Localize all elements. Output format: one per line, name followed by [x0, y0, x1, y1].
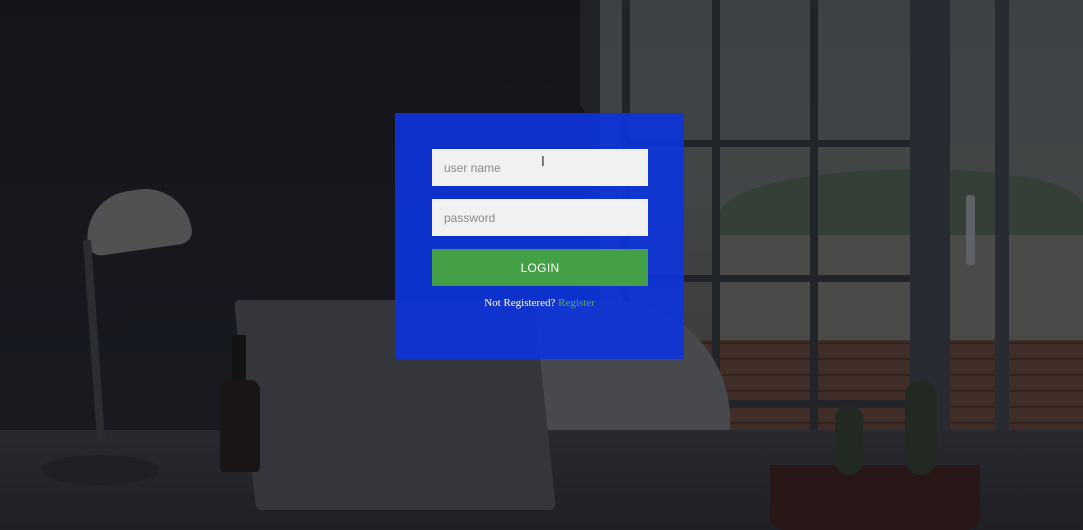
- register-prompt: Not Registered? Register: [395, 297, 684, 309]
- login-button[interactable]: LOGIN: [432, 249, 648, 286]
- register-link[interactable]: Register: [558, 297, 595, 309]
- password-input[interactable]: [432, 199, 648, 236]
- username-input[interactable]: [432, 149, 648, 186]
- text-cursor-icon: I: [541, 155, 545, 170]
- background-photo: I LOGIN Not Registered? Register: [0, 0, 1083, 530]
- login-form: I LOGIN Not Registered? Register: [395, 113, 684, 359]
- not-registered-text: Not Registered?: [484, 297, 556, 309]
